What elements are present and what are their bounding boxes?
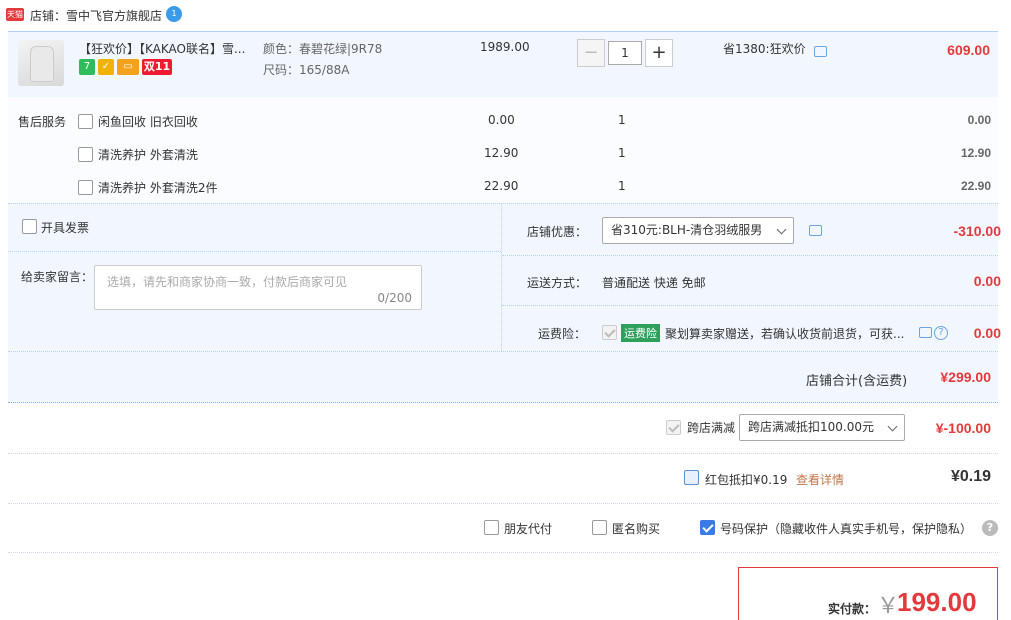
insurance-label: 运费险： xyxy=(538,327,587,341)
divider xyxy=(8,251,501,252)
question-icon[interactable]: ? xyxy=(982,520,998,536)
wangwang-chat-icon[interactable]: 1 xyxy=(166,6,182,22)
service-name: 闲鱼回收 旧衣回收 xyxy=(98,115,198,129)
quantity-input[interactable]: 1 xyxy=(608,41,642,65)
insurance-checkbox xyxy=(602,325,617,340)
service-qty: 1 xyxy=(618,113,626,127)
red-packet-amount: ¥0.19 xyxy=(950,468,991,485)
shop-discount-label: 店铺优惠： xyxy=(527,225,588,239)
guarantee-icon: ✓ xyxy=(98,59,114,75)
increase-quantity-button[interactable]: + xyxy=(645,39,673,67)
service-total: 12.90 xyxy=(960,146,991,160)
payment-summary: 实付款： ￥ 199.00 xyxy=(738,567,998,620)
service-checkbox-recycle[interactable] xyxy=(78,114,93,129)
decrease-quantity-button[interactable]: − xyxy=(577,39,605,67)
sku-size: 尺码：165/88A xyxy=(263,63,350,77)
insurance-description: 聚划算卖家赠送，若确认收货前退货，可获... xyxy=(665,327,905,341)
anonymous-label: 匿名购买 xyxy=(612,522,661,536)
memo-label: 给卖家留言： xyxy=(21,270,94,284)
cross-store-label: 跨店满减 xyxy=(687,421,736,435)
quantity-stepper: − 1 + xyxy=(577,39,673,67)
red-packet-label: 红包抵扣¥0.19 xyxy=(705,473,788,487)
promo-text: 省1380:狂欢价 xyxy=(723,42,806,56)
shipping-label: 运送方式： xyxy=(527,276,588,290)
divider xyxy=(8,552,998,553)
divider xyxy=(8,453,998,454)
item-total: 609.00 xyxy=(947,42,990,58)
service-checkbox-clean[interactable] xyxy=(78,147,93,162)
promo-chat-icon[interactable] xyxy=(814,46,827,57)
shop-total-label: 店铺合计(含运费) xyxy=(806,374,908,389)
chevron-down-icon xyxy=(887,421,898,432)
divider xyxy=(502,255,998,256)
divider xyxy=(502,305,998,306)
payment-amount: 199.00 xyxy=(897,587,977,617)
product-title[interactable]: 【狂欢价】【KAKAO联名】雪... xyxy=(79,40,254,57)
invoice-checkbox[interactable] xyxy=(22,219,37,234)
product-thumbnail[interactable] xyxy=(18,40,64,86)
invoice-label: 开具发票 xyxy=(41,221,90,235)
shop-discount-value: 省310元:BLH-清仓羽绒服男 xyxy=(611,223,763,237)
service-total: 22.90 xyxy=(960,179,991,193)
discount-chat-icon[interactable] xyxy=(809,225,822,236)
divider xyxy=(501,204,502,351)
service-qty: 1 xyxy=(618,146,626,160)
tmall-logo-icon: 天猫 xyxy=(6,8,24,21)
service-price: 12.90 xyxy=(484,146,519,160)
cross-store-checkbox xyxy=(666,420,681,435)
insurance-amount: 0.00 xyxy=(973,325,1001,341)
payment-label: 实付款： xyxy=(828,602,877,616)
number-protect-label: 号码保护（隐藏收件人真实手机号，保护隐私） xyxy=(720,522,973,536)
anonymous-checkbox[interactable] xyxy=(592,520,607,535)
red-packet-details-link[interactable]: 查看详情 xyxy=(796,471,844,488)
cross-store-select[interactable]: 跨店满减抵扣100.00元 xyxy=(739,414,905,441)
double11-badge: 双11 xyxy=(142,59,172,75)
service-total: 0.00 xyxy=(967,113,991,127)
after-sale-service-label: 售后服务 xyxy=(18,115,67,129)
shipping-method: 普通配送 快递 免邮 xyxy=(602,276,706,290)
unit-price: 1989.00 xyxy=(480,40,530,54)
shop-discount-select[interactable]: 省310元:BLH-清仓羽绒服男 xyxy=(602,217,794,244)
help-icon[interactable]: ? xyxy=(934,326,948,340)
service-price: 22.90 xyxy=(484,179,519,193)
service-price: 0.00 xyxy=(488,113,515,127)
chevron-down-icon xyxy=(776,224,787,235)
seven-day-return-icon: 7 xyxy=(79,59,95,75)
service-name: 清洗养护 外套清洗2件 xyxy=(98,181,218,195)
shop-discount-amount: -310.00 xyxy=(953,223,1001,239)
shop-name[interactable]: 店铺：雪中飞官方旗舰店 xyxy=(30,7,162,24)
divider xyxy=(8,351,998,352)
memo-placeholder: 选填，请先和商家协商一致，付款后商家可见 xyxy=(107,275,348,289)
friend-pay-label: 朋友代付 xyxy=(504,522,553,536)
cross-store-value: 跨店满减抵扣100.00元 xyxy=(748,420,874,434)
service-qty: 1 xyxy=(618,179,626,193)
currency-symbol: ￥ xyxy=(877,594,900,619)
insurance-tag: 运费险 xyxy=(621,324,660,342)
service-name: 清洗养护 外套清洗 xyxy=(98,148,198,162)
shipping-amount: 0.00 xyxy=(973,273,1001,289)
insurance-chat-icon[interactable] xyxy=(919,327,932,338)
cross-store-amount: ¥-100.00 xyxy=(935,420,991,436)
memo-char-count: 0/200 xyxy=(377,291,412,305)
divider xyxy=(8,503,998,504)
red-packet-checkbox[interactable] xyxy=(684,470,699,485)
product-badges: 7 ✓ ▭ 双11 xyxy=(79,59,172,75)
credit-card-icon: ▭ xyxy=(117,59,139,75)
sku-color: 颜色：春碧花绿|9R78 xyxy=(263,42,383,56)
service-checkbox-clean-2[interactable] xyxy=(78,180,93,195)
number-protect-checkbox[interactable] xyxy=(700,520,715,535)
memo-textarea[interactable]: 选填，请先和商家协商一致，付款后商家可见 0/200 xyxy=(94,265,422,310)
friend-pay-checkbox[interactable] xyxy=(484,520,499,535)
shop-total-amount: ¥299.00 xyxy=(940,369,991,385)
